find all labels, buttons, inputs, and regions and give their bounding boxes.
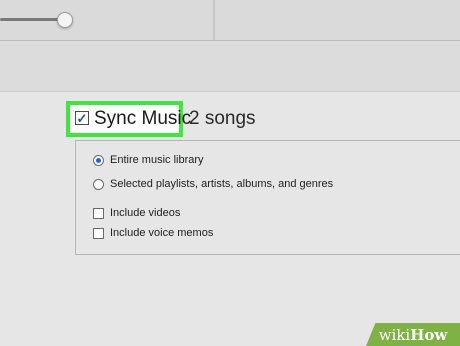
include-videos-checkbox[interactable] xyxy=(93,207,104,219)
radio-entire-library[interactable]: Entire music library xyxy=(93,153,204,167)
include-videos-label[interactable]: Include videos xyxy=(110,206,180,220)
songs-count: 2 songs xyxy=(189,108,256,129)
watermark-text-how: How xyxy=(410,325,448,344)
radio-entire-library-label[interactable]: Entire music library xyxy=(110,153,204,167)
include-voice-memos-label[interactable]: Include voice memos xyxy=(110,226,213,240)
radio-unselected-icon[interactable] xyxy=(93,178,104,190)
include-voice-memos-option[interactable]: Include voice memos xyxy=(93,226,213,240)
top-toolbar xyxy=(0,0,460,40)
toolbar-divider xyxy=(213,0,215,40)
sync-music-checkbox[interactable]: ✓ xyxy=(75,111,89,125)
volume-slider-track[interactable] xyxy=(0,18,64,21)
watermark-text-wiki: wiki xyxy=(378,325,411,344)
radio-selected-playlists-label[interactable]: Selected playlists, artists, albums, and… xyxy=(110,177,333,191)
include-videos-option[interactable]: Include videos xyxy=(93,206,180,220)
checkmark-icon: ✓ xyxy=(76,110,88,126)
sync-music-label[interactable]: Sync Music xyxy=(94,106,191,132)
include-voice-memos-checkbox[interactable] xyxy=(93,227,104,239)
header-strip xyxy=(0,41,460,91)
volume-slider-knob[interactable] xyxy=(57,12,73,28)
radio-selected-playlists[interactable]: Selected playlists, artists, albums, and… xyxy=(93,177,333,191)
wikihow-watermark: wiki How xyxy=(366,323,460,346)
radio-selected-icon[interactable] xyxy=(93,154,104,166)
